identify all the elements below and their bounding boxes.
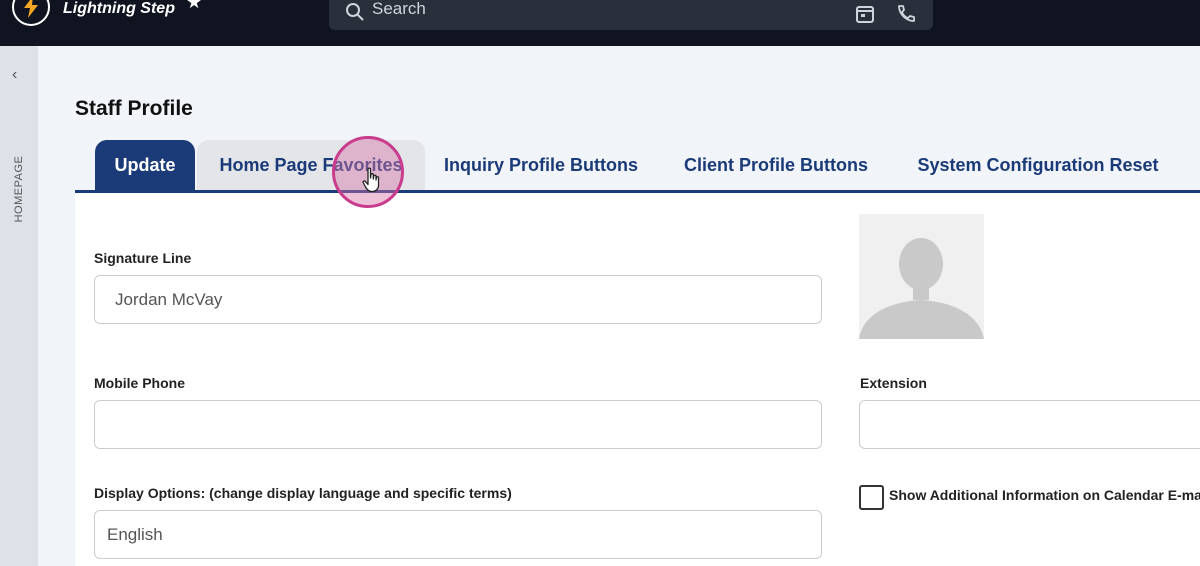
tab-inquiry-profile-buttons[interactable]: Inquiry Profile Buttons (433, 140, 649, 190)
top-navbar: Lightning Step ★ Search (0, 0, 1200, 46)
search-icon (346, 3, 364, 21)
page-title: Staff Profile (75, 97, 193, 120)
signature-label: Signature Line (94, 250, 192, 266)
display-options-label: Display Options: (change display languag… (94, 485, 512, 501)
profile-tabs: Update Home Page Favorites Inquiry Profi… (75, 140, 1200, 190)
search-input[interactable]: Search (372, 0, 426, 18)
phone-icon[interactable] (895, 4, 915, 24)
chevron-left-icon[interactable]: ‹ (12, 66, 17, 84)
extension-field[interactable] (859, 400, 1200, 449)
lightning-logo-icon[interactable] (12, 0, 50, 26)
tab-client-profile-buttons[interactable]: Client Profile Buttons (671, 140, 881, 190)
homepage-rail-tab[interactable]: HOMEPAGE (0, 154, 38, 224)
profile-photo[interactable] (859, 214, 984, 339)
avatar-placeholder-icon (859, 238, 984, 339)
mobile-phone-field[interactable] (94, 400, 822, 449)
calendar-icon[interactable] (855, 4, 875, 24)
hand-pointer-icon (362, 167, 380, 193)
calendar-info-checkbox[interactable] (859, 485, 884, 510)
signature-field[interactable]: Jordan McVay (94, 275, 822, 324)
side-rail: ‹ HOMEPAGE (0, 46, 38, 566)
calendar-info-label: Show Additional Information on Calendar … (889, 487, 1200, 503)
mobile-phone-label: Mobile Phone (94, 375, 185, 391)
brand-name: Lightning Step (63, 0, 175, 17)
global-search[interactable]: Search (329, 0, 933, 30)
tab-update[interactable]: Update (95, 140, 195, 190)
tab-system-configuration-reset[interactable]: System Configuration Reset (901, 140, 1175, 190)
star-icon[interactable]: ★ (186, 0, 202, 13)
extension-label: Extension (860, 375, 927, 391)
homepage-rail-label: HOMEPAGE (13, 155, 25, 223)
display-language-select[interactable]: English (94, 510, 822, 559)
